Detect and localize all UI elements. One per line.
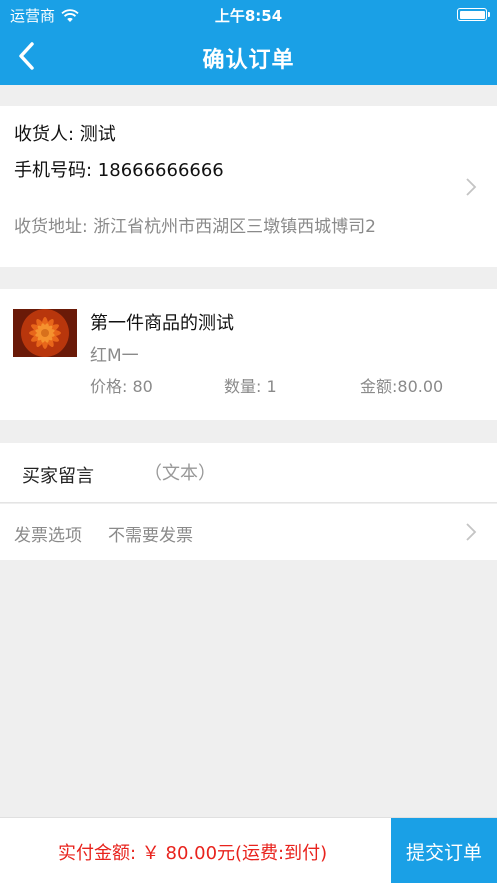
product-spec: 红M一 <box>90 346 139 366</box>
address-card[interactable]: 收货人: 测试 手机号码: 18666666666 收货地址: 浙江省杭州市西湖… <box>0 106 497 267</box>
page-title: 确认订单 <box>202 48 295 73</box>
invoice-row[interactable]: 发票选项 不需要发票 <box>0 504 497 560</box>
checkout-bar: 实付金额: ￥ 80.00元(运费:到付) 提交订单 <box>0 817 497 883</box>
chevron-right-icon <box>465 522 477 542</box>
chevron-right-icon <box>465 177 477 197</box>
product-quantity: 数量: 1 <box>224 377 277 396</box>
receiver-phone: 手机号码: 18666666666 <box>14 160 224 181</box>
product-image <box>13 309 77 357</box>
product-name: 第一件商品的测试 <box>90 313 234 334</box>
header: 运营商 上午8:54 确认订单 <box>0 0 497 85</box>
product-amount: 金额:80.00 <box>360 377 444 396</box>
invoice-value: 不需要发票 <box>108 526 193 546</box>
status-time: 上午8:54 <box>214 7 283 25</box>
battery-icon <box>457 8 490 21</box>
buyer-message-label: 买家留言 <box>22 466 94 487</box>
receiver-name: 收货人: 测试 <box>14 124 116 145</box>
total-amount: 实付金额: ￥ 80.00元(运费:到付) <box>58 843 328 864</box>
product-card: 第一件商品的测试 红M一 价格: 80 数量: 1 金额:80.00 <box>0 289 497 420</box>
product-price: 价格: 80 <box>90 377 153 396</box>
nav-bar: 确认订单 <box>0 28 497 85</box>
receiver-address: 收货地址: 浙江省杭州市西湖区三墩镇西城博司2 <box>14 217 376 237</box>
buyer-message-row: 买家留言 <box>0 443 497 503</box>
status-bar: 运营商 上午8:54 <box>0 0 497 28</box>
submit-order-button[interactable]: 提交订单 <box>391 818 497 883</box>
invoice-label: 发票选项 <box>14 526 82 546</box>
buyer-message-input[interactable] <box>144 457 474 489</box>
